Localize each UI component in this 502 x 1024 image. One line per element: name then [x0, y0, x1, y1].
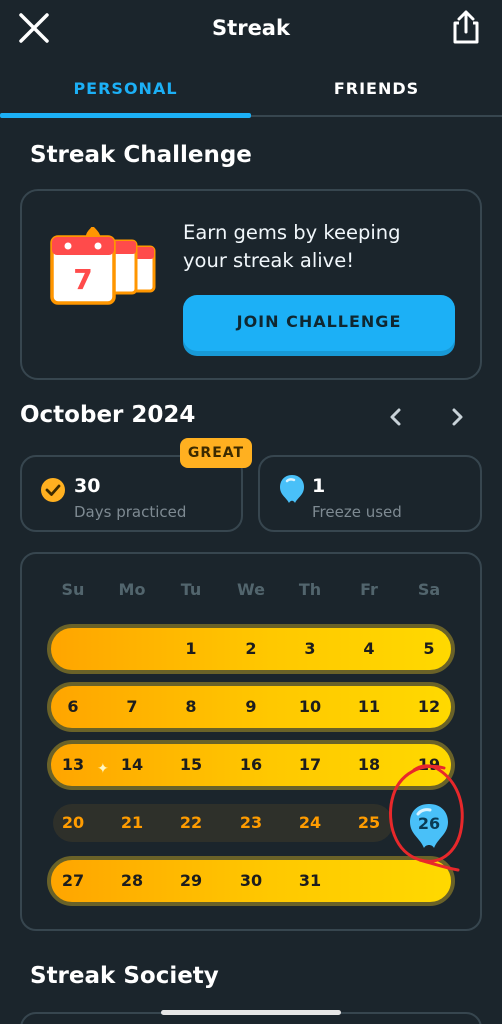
active-tab-indicator — [0, 113, 251, 118]
challenge-line-1: Earn gems by keeping — [183, 221, 401, 244]
calendar-day[interactable]: 6 — [48, 697, 98, 716]
share-button[interactable] — [448, 8, 484, 46]
tab-friends[interactable]: FRIENDS — [251, 72, 502, 118]
great-badge: GREAT — [180, 438, 252, 468]
calendar-day[interactable]: 21 — [107, 813, 157, 832]
missed-bar-week-4 — [53, 804, 393, 842]
share-icon — [453, 10, 479, 44]
calendar-day[interactable]: 17 — [285, 755, 335, 774]
days-practiced-value: 30 — [74, 475, 101, 497]
tab-divider — [251, 115, 502, 117]
calendar-day[interactable]: 20 — [48, 813, 98, 832]
calendar-day[interactable]: 24 — [285, 813, 335, 832]
next-month-button[interactable] — [446, 406, 468, 428]
freeze-used-label: Freeze used — [312, 503, 402, 521]
tab-bar: PERSONAL FRIENDS — [0, 72, 502, 120]
calendar-day[interactable]: 13 — [48, 755, 98, 774]
calendar-day[interactable]: 5 — [404, 639, 454, 658]
calendar-icon-day: 7 — [73, 263, 92, 296]
calendar-fire-icon: 7 — [50, 227, 156, 305]
page-title: Streak — [212, 16, 290, 40]
calendar-day[interactable]: 4 — [344, 639, 394, 658]
calendar-day[interactable]: 15 — [166, 755, 216, 774]
sparkle-icon: ✦ — [97, 761, 109, 777]
streak-freeze-icon — [280, 475, 304, 503]
calendar-day[interactable]: 9 — [226, 697, 276, 716]
calendar-day[interactable]: 27 — [48, 871, 98, 890]
calendar-day[interactable]: 29 — [166, 871, 216, 890]
calendar-day[interactable]: 30 — [226, 871, 276, 890]
weekday-mo: Mo — [118, 580, 146, 599]
section-title-streak-challenge: Streak Challenge — [30, 142, 252, 168]
calendar-day[interactable]: 14 — [107, 755, 157, 774]
challenge-card: 7 Earn gems by keeping your streak alive… — [20, 189, 482, 380]
calendar-day[interactable]: 3 — [285, 639, 335, 658]
red-circle-annotation — [389, 764, 464, 872]
calendar-day[interactable]: 22 — [166, 813, 216, 832]
tab-personal[interactable]: PERSONAL — [0, 72, 251, 118]
weekday-we: We — [237, 580, 265, 599]
calendar-day[interactable]: 16 — [226, 755, 276, 774]
calendar-day[interactable]: 23 — [226, 813, 276, 832]
section-title-streak-society: Streak Society — [30, 963, 219, 989]
calendar-day[interactable]: 12 — [404, 697, 454, 716]
weekday-th: Th — [298, 580, 322, 599]
weekday-sa: Sa — [417, 580, 441, 599]
challenge-description: Earn gems by keeping your streak alive! — [183, 219, 463, 275]
chevron-left-icon — [390, 408, 401, 426]
weekday-su: Su — [61, 580, 85, 599]
month-title: October 2024 — [20, 402, 196, 428]
weekday-tu: Tu — [180, 580, 202, 599]
join-challenge-button[interactable]: JOIN CHALLENGE — [183, 295, 455, 351]
days-practiced-label: Days practiced — [74, 503, 187, 521]
top-bar: Streak — [0, 0, 502, 58]
weekday-fr: Fr — [360, 580, 378, 599]
check-circle-icon — [41, 478, 65, 502]
calendar-day[interactable]: 11 — [344, 697, 394, 716]
calendar-day[interactable]: 1 — [166, 639, 216, 658]
calendar-day[interactable]: 31 — [285, 871, 335, 890]
calendar-day[interactable]: 28 — [107, 871, 157, 890]
challenge-line-2: your streak alive! — [183, 249, 355, 272]
calendar-day[interactable]: 7 — [107, 697, 157, 716]
freeze-used-value: 1 — [312, 475, 326, 497]
previous-month-button[interactable] — [385, 406, 407, 428]
home-indicator — [161, 1010, 341, 1015]
chevron-right-icon — [452, 408, 463, 426]
calendar-day[interactable]: 8 — [166, 697, 216, 716]
calendar-day[interactable]: 10 — [285, 697, 335, 716]
calendar-day[interactable]: 2 — [226, 639, 276, 658]
freeze-used-card: 1 Freeze used — [258, 455, 482, 532]
